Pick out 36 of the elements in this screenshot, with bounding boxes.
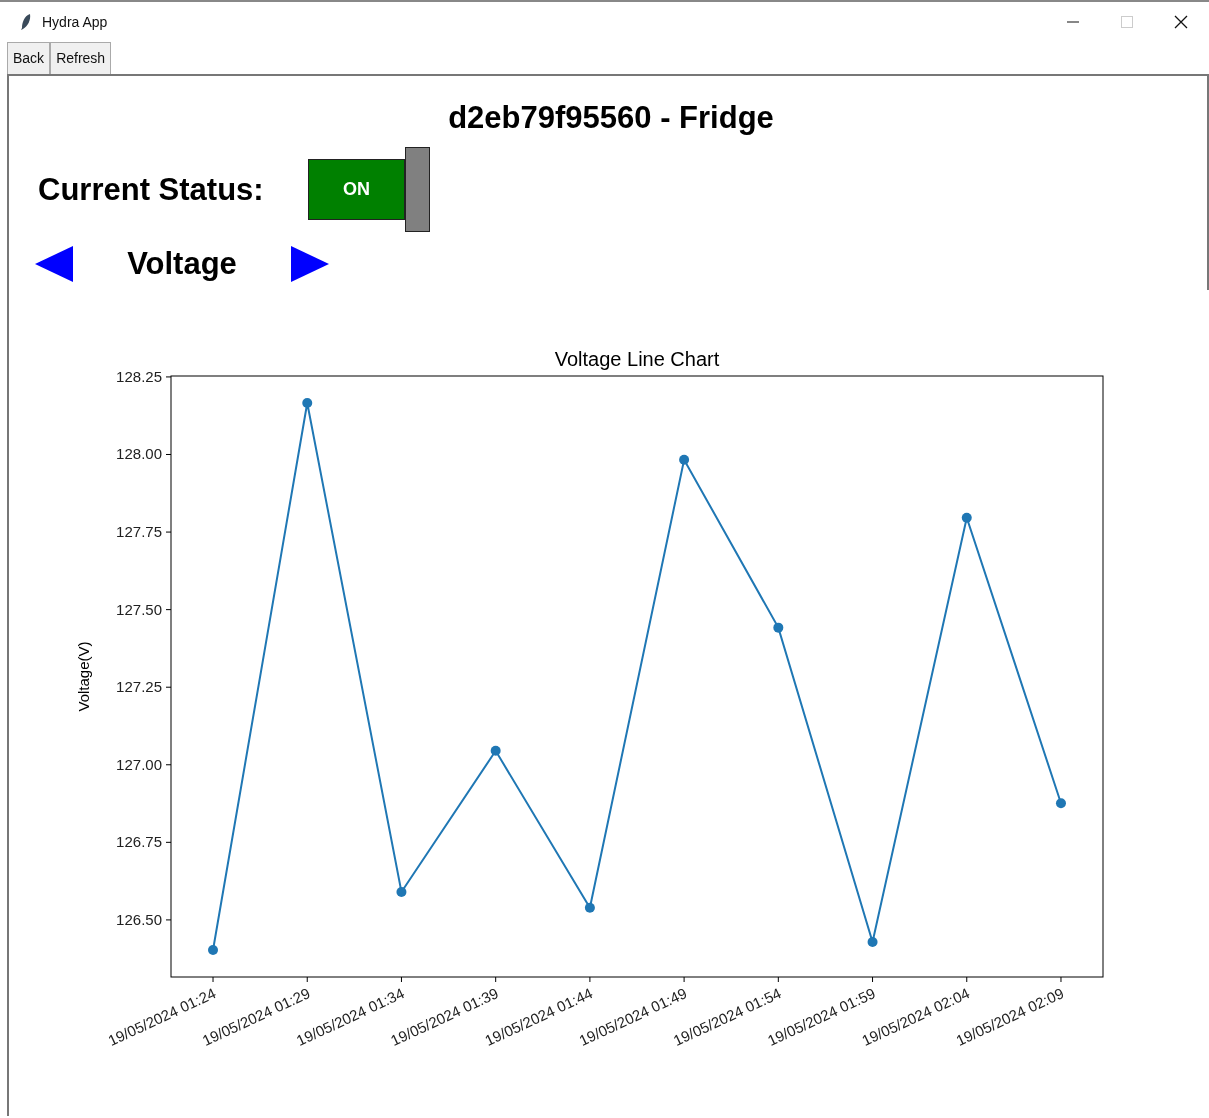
- status-toggle[interactable]: ON: [308, 159, 405, 220]
- data-point: [302, 398, 313, 408]
- metric-label: Voltage: [126, 246, 238, 282]
- data-point: [1056, 798, 1066, 809]
- previous-arrow-button[interactable]: [35, 246, 73, 282]
- data-point: [867, 936, 878, 947]
- chart-title: Voltage Line Chart: [554, 348, 720, 370]
- y-tick-label: 127.50: [116, 600, 162, 618]
- right-triangle-icon: [291, 246, 329, 282]
- data-point: [396, 887, 407, 897]
- close-icon: [1174, 15, 1188, 29]
- data-point: [584, 902, 595, 913]
- maximize-icon: [1121, 16, 1133, 28]
- data-point: [208, 945, 218, 955]
- data-point: [773, 622, 784, 633]
- data-point: [490, 745, 501, 756]
- y-tick-label: 126.75: [116, 833, 162, 851]
- y-tick-label: 128.00: [116, 445, 162, 463]
- data-point: [679, 454, 690, 465]
- device-title: d2eb79f95560 - Fridge: [447, 100, 775, 136]
- toolbar-button[interactable]: Back: [7, 42, 51, 74]
- left-triangle-icon: [35, 246, 73, 282]
- y-tick-label: 127.75: [116, 523, 162, 541]
- toggle-knob[interactable]: [405, 147, 430, 232]
- next-arrow-button[interactable]: [291, 246, 329, 282]
- minimize-icon: [1067, 21, 1079, 23]
- window-title: Hydra App: [42, 12, 108, 32]
- data-point: [961, 512, 972, 523]
- feather-icon: [20, 13, 32, 31]
- y-tick-label: 126.50: [116, 910, 162, 928]
- y-axis-label: Voltage(V): [75, 641, 92, 712]
- y-tick-label: 128.25: [116, 367, 162, 385]
- y-tick-label: 127.00: [116, 755, 162, 773]
- status-label: Current Status:: [38, 171, 265, 208]
- toolbar-button[interactable]: Refresh: [50, 42, 112, 74]
- y-tick-label: 127.25: [116, 678, 162, 696]
